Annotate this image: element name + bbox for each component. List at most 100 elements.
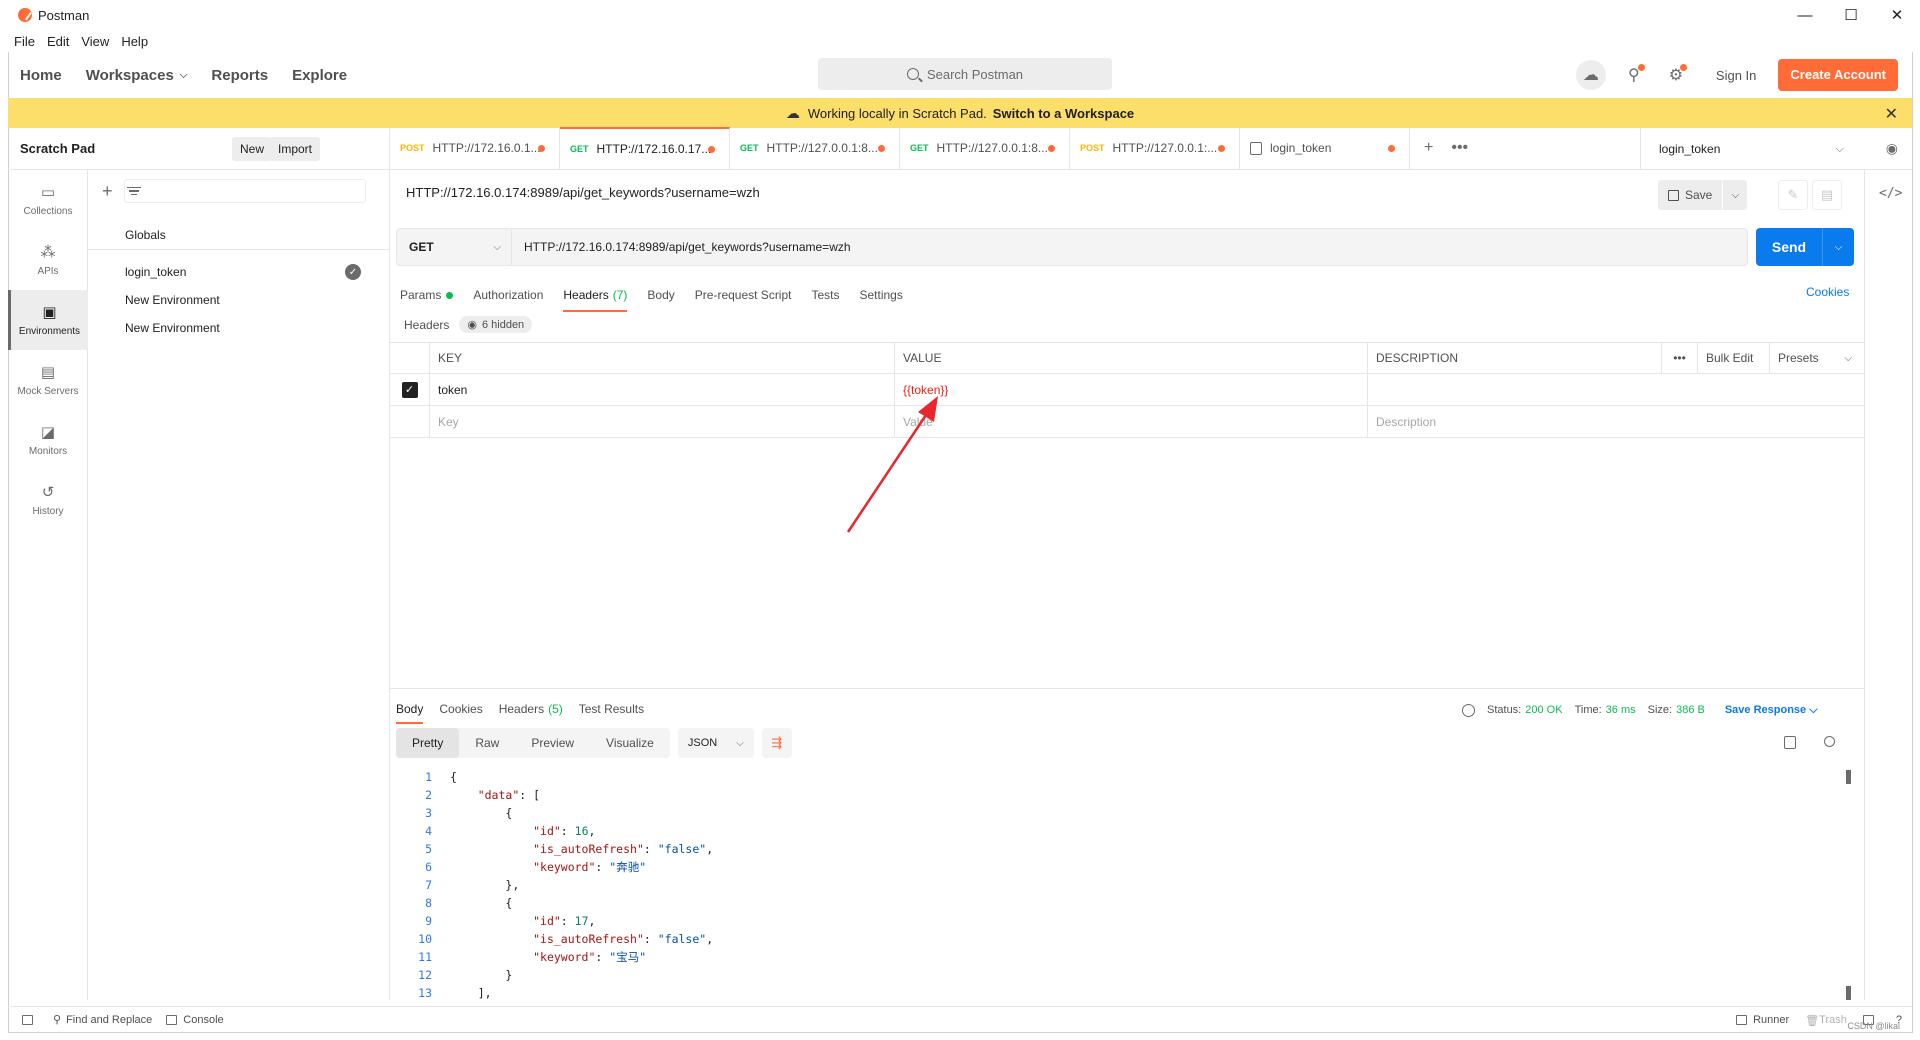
code-line: 8 { <box>396 894 1846 912</box>
request-url-input[interactable]: HTTP://172.16.0.174:8989/api/get_keyword… <box>512 228 1748 266</box>
nav-workspaces[interactable]: Workspaces ⌵ <box>86 67 188 84</box>
comments-icon[interactable]: ▤ <box>1812 180 1842 210</box>
header-key-cell[interactable]: token <box>430 374 895 405</box>
satellite-icon[interactable]: ⚲ <box>1620 61 1648 89</box>
menu-help[interactable]: Help <box>121 34 148 49</box>
hidden-headers-toggle[interactable]: ◉ 6 hidden <box>459 316 533 333</box>
environment-tab[interactable]: login_token <box>1240 127 1410 169</box>
request-tab[interactable]: GET HTTP://127.0.0.1:8... <box>900 127 1070 169</box>
response-tab-body[interactable]: Body <box>396 694 424 724</box>
presets-dropdown[interactable]: Presets ⌵ <box>1770 343 1864 373</box>
http-method-select[interactable]: GET ⌵ <box>396 228 512 266</box>
filter-environments-input[interactable] <box>124 179 366 203</box>
environment-quick-look-eye-icon[interactable]: ◉ <box>1886 140 1898 157</box>
response-format-select[interactable]: JSON ⌵ <box>677 728 754 758</box>
menu-view[interactable]: View <box>81 34 109 49</box>
tab-authorization[interactable]: Authorization <box>473 278 543 312</box>
nav-home[interactable]: Home <box>20 67 62 84</box>
environment-item-login-token[interactable]: login_token ✓ <box>88 258 389 286</box>
import-button[interactable]: Import <box>270 137 321 161</box>
response-tab-headers[interactable]: Headers (5) <box>499 694 563 724</box>
table-more-options[interactable]: ••• <box>1662 343 1698 373</box>
tab-body[interactable]: Body <box>647 278 674 312</box>
active-environment-check-icon[interactable]: ✓ <box>345 264 361 280</box>
wrap-lines-icon[interactable]: ⇶ <box>761 728 792 758</box>
sidebar-item-apis[interactable]: ⁂ APIs <box>8 230 88 290</box>
response-body-code[interactable]: 1{2 "data": [3 {4 "id": 16, 5 "is_autoRef… <box>396 768 1846 1004</box>
close-icon[interactable]: ✕ <box>1885 104 1898 124</box>
request-name[interactable]: HTTP://172.16.0.174:8989/api/get_keyword… <box>406 185 760 200</box>
request-tab[interactable]: GET HTTP://127.0.0.1:8... <box>730 127 900 169</box>
code-snippet-icon[interactable]: </> <box>1879 186 1902 201</box>
sidebar-item-environments[interactable]: ▣ Environments <box>8 290 88 350</box>
response-tab-test-results[interactable]: Test Results <box>579 694 644 724</box>
menu-file[interactable]: File <box>14 34 35 49</box>
view-preview[interactable]: Preview <box>515 728 590 758</box>
cloud-sync-icon[interactable]: ☁ <box>1575 60 1606 90</box>
maximize-button[interactable]: ☐ <box>1828 0 1874 30</box>
minimize-button[interactable]: — <box>1782 0 1828 30</box>
code-scrollbar[interactable] <box>1846 770 1851 1000</box>
runner-button[interactable]: Runner <box>1736 1014 1789 1026</box>
time-value[interactable]: 36 ms <box>1606 704 1636 716</box>
request-tab-active[interactable]: GET HTTP://172.16.0.17... <box>560 127 730 169</box>
new-button[interactable]: New <box>232 137 273 161</box>
search-input[interactable]: Search Postman <box>818 58 1112 90</box>
window-controls: — ☐ ✕ <box>1782 0 1920 30</box>
globals-item[interactable]: Globals <box>88 220 389 250</box>
status-value[interactable]: 200 OK <box>1525 704 1562 716</box>
gear-icon[interactable]: ⚙ <box>1662 61 1690 89</box>
save-button[interactable]: Save <box>1658 180 1723 210</box>
sidebar-item-mock-servers[interactable]: ▤ Mock Servers <box>8 350 88 410</box>
send-button[interactable]: Send <box>1756 228 1822 266</box>
search-icon[interactable] <box>1824 736 1835 747</box>
menu-edit[interactable]: Edit <box>47 34 69 49</box>
trash-button[interactable]: 🗑 Trash <box>1805 1014 1847 1027</box>
view-visualize[interactable]: Visualize <box>590 728 670 758</box>
request-tab[interactable]: POST HTTP://127.0.0.1:... <box>1070 127 1240 169</box>
more-tabs-icon[interactable]: ••• <box>1451 139 1468 157</box>
request-tab[interactable]: POST HTTP://172.16.0.1... <box>390 127 560 169</box>
sidebar-item-monitors[interactable]: ◪ Monitors <box>8 410 88 470</box>
find-replace-button[interactable]: ⚲ Find and Replace <box>53 1013 152 1027</box>
toggle-sidebar-button[interactable] <box>22 1014 39 1025</box>
new-tab-icon[interactable]: + <box>1424 139 1433 157</box>
sign-in-link[interactable]: Sign In <box>1716 68 1756 83</box>
save-response-button[interactable]: Save Response ⌵ <box>1725 704 1818 717</box>
globe-icon[interactable] <box>1462 703 1475 717</box>
create-account-button[interactable]: Create Account <box>1778 59 1898 91</box>
edit-pencil-icon[interactable]: ✎ <box>1778 180 1808 210</box>
tab-headers[interactable]: Headers (7) <box>563 278 628 312</box>
console-button[interactable]: Console <box>166 1014 224 1026</box>
add-environment-icon[interactable]: + <box>102 181 113 202</box>
new-value-input[interactable]: Value <box>895 406 1368 437</box>
cookies-link[interactable]: Cookies <box>1806 285 1849 299</box>
bulk-edit-button[interactable]: Bulk Edit <box>1698 343 1770 373</box>
view-raw[interactable]: Raw <box>459 728 515 758</box>
tab-params[interactable]: Params <box>400 278 454 312</box>
tab-tests[interactable]: Tests <box>811 278 839 312</box>
environment-item[interactable]: New Environment <box>88 314 389 342</box>
header-description-cell[interactable] <box>1368 374 1864 405</box>
environment-selector[interactable]: login_token ⌵ <box>1640 128 1858 170</box>
nav-reports[interactable]: Reports <box>211 67 268 84</box>
switch-workspace-link[interactable]: Switch to a Workspace <box>993 106 1134 121</box>
environment-item[interactable]: New Environment <box>88 286 389 314</box>
tab-settings[interactable]: Settings <box>860 278 903 312</box>
send-options-chevron-icon[interactable]: ⌵ <box>1822 228 1854 266</box>
size-value[interactable]: 386 B <box>1676 704 1705 716</box>
sidebar-item-collections[interactable]: ▭ Collections <box>8 170 88 230</box>
response-divider[interactable] <box>390 688 1864 689</box>
header-value-cell[interactable]: {{token}} <box>895 374 1368 405</box>
response-tab-cookies[interactable]: Cookies <box>439 694 482 724</box>
view-pretty[interactable]: Pretty <box>396 728 460 758</box>
close-window-button[interactable]: ✕ <box>1874 0 1920 30</box>
save-options-chevron-icon[interactable]: ⌵ <box>1723 180 1748 210</box>
row-enable-checkbox[interactable]: ✓ <box>390 374 430 405</box>
nav-explore[interactable]: Explore <box>292 67 347 84</box>
sidebar-item-history[interactable]: ↺ History <box>8 470 88 530</box>
copy-icon[interactable] <box>1784 736 1796 749</box>
tab-pre-request-script[interactable]: Pre-request Script <box>695 278 792 312</box>
new-description-input[interactable]: Description <box>1368 406 1864 437</box>
new-key-input[interactable]: Key <box>430 406 895 437</box>
